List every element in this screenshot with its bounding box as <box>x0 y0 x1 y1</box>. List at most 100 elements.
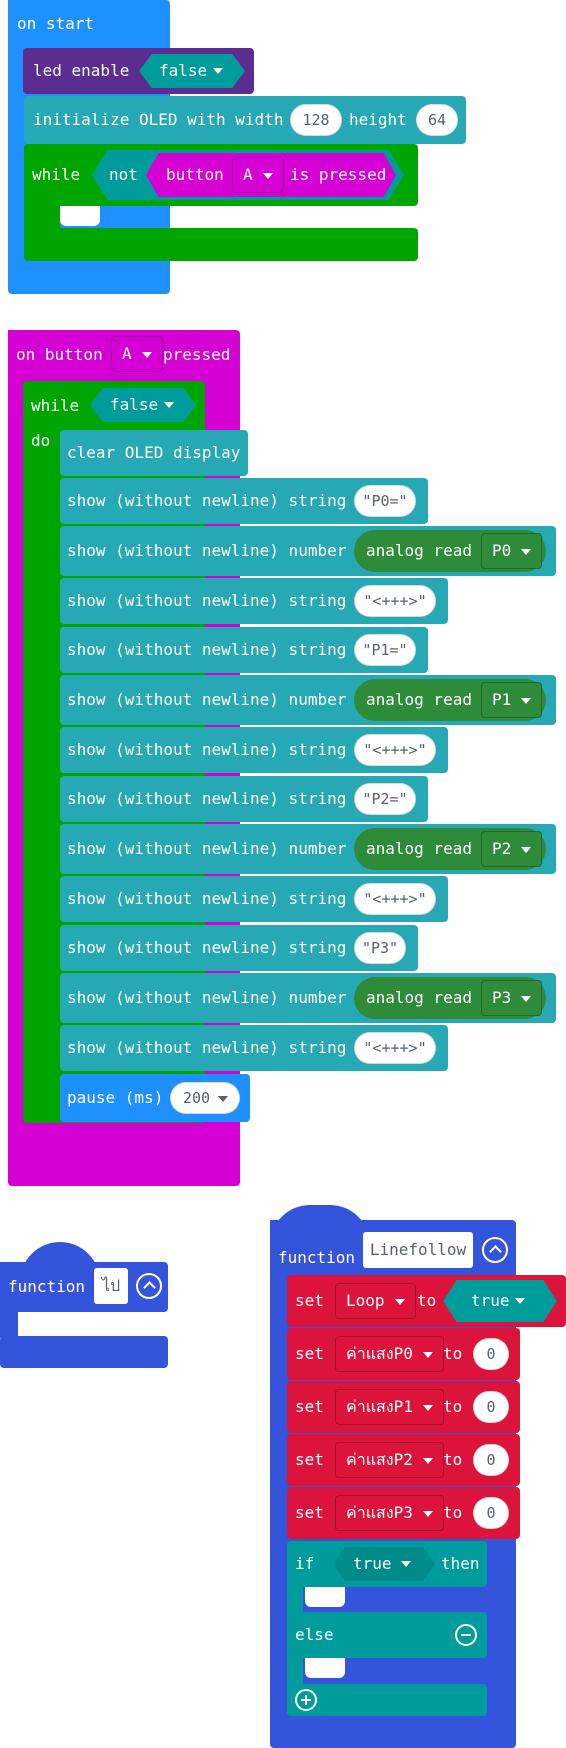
else-notch <box>305 1658 345 1678</box>
string-input[interactable]: "P0=" <box>354 485 416 517</box>
show-string-block[interactable]: show (without newline) string "<+++>" <box>60 1025 448 1071</box>
string-input[interactable]: "<+++>" <box>354 734 436 766</box>
pause-value-dropdown[interactable]: 200 <box>170 1082 240 1114</box>
pause-block[interactable]: pause (ms) 200 <box>60 1074 250 1122</box>
while-footer <box>24 228 418 261</box>
analog-read-block[interactable]: analog read P3 <box>354 977 546 1019</box>
chevron-down-icon <box>394 1298 405 1305</box>
string-input[interactable]: "P1=" <box>354 634 416 666</box>
analog-read-block[interactable]: analog read P2 <box>354 828 546 870</box>
show-number-block[interactable]: show (without newline) number analog rea… <box>60 973 556 1023</box>
add-else-if-icon[interactable] <box>295 1689 317 1711</box>
show-string-block[interactable]: show (without newline) string "P2=" <box>60 776 428 822</box>
show-string-block[interactable]: show (without newline) string "<+++>" <box>60 727 448 773</box>
if-else-block[interactable]: if true then <box>287 1541 487 1587</box>
function-name-field[interactable]: Linefollow <box>363 1232 473 1268</box>
pin-dropdown[interactable]: P1 <box>481 682 543 718</box>
true-value-dropdown[interactable]: true <box>443 1280 557 1322</box>
variable-name: ค่าแสงP2 <box>346 1450 413 1469</box>
chevron-down-icon <box>141 351 152 358</box>
chevron-down-icon <box>262 172 273 179</box>
collapse-up-icon[interactable] <box>136 1273 162 1299</box>
function-keyword: function <box>278 1248 356 1267</box>
string-input[interactable]: "P3" <box>354 932 406 964</box>
pin-dropdown[interactable]: P0 <box>481 533 543 569</box>
while-false-dropdown[interactable]: false <box>90 388 196 422</box>
number-input[interactable]: 0 <box>473 1338 509 1370</box>
function-small-name-field[interactable]: ไป <box>94 1268 128 1304</box>
show-string-block[interactable]: show (without newline) string "P3" <box>60 925 418 971</box>
if-label: if <box>295 1554 315 1573</box>
show-string-block[interactable]: show (without newline) string "<+++>" <box>60 578 448 624</box>
function-small-arm <box>0 1308 18 1338</box>
while-not-block[interactable]: while not button A is pressed do <box>24 144 418 227</box>
show-number-label: show (without newline) number <box>67 839 347 858</box>
variable-dropdown[interactable]: ค่าแสงP3 <box>335 1495 444 1531</box>
clear-oled-block[interactable]: clear OLED display <box>60 430 248 476</box>
set-loop-block[interactable]: set Loop to true <box>287 1275 566 1327</box>
if-arm <box>287 1585 303 1615</box>
string-input[interactable]: "<+++>" <box>354 883 436 915</box>
not-block[interactable]: not button A is pressed <box>92 150 404 200</box>
function-small-footer <box>0 1336 168 1368</box>
set-variable-block[interactable]: set ค่าแสงP1 to 0 <box>287 1381 520 1433</box>
variable-dropdown[interactable]: Loop <box>335 1283 416 1319</box>
set-variable-block[interactable]: set ค่าแสงP0 to 0 <box>287 1328 520 1380</box>
analog-read-label: analog read <box>366 988 472 1007</box>
set-variable-block[interactable]: set ค่าแสงP2 to 0 <box>287 1434 520 1486</box>
number-input[interactable]: 0 <box>473 1391 509 1423</box>
pin-value: P0 <box>492 541 512 560</box>
show-number-block[interactable]: show (without newline) number analog rea… <box>60 675 556 725</box>
show-number-block[interactable]: show (without newline) number analog rea… <box>60 526 556 576</box>
number-input[interactable]: 0 <box>473 1497 509 1529</box>
chevron-down-icon <box>521 697 532 704</box>
collapse-up-icon[interactable] <box>482 1237 508 1263</box>
pin-value: P1 <box>492 690 512 709</box>
chevron-down-icon <box>521 846 532 853</box>
led-value-dropdown[interactable]: false <box>139 54 245 88</box>
chevron-down-icon <box>521 548 532 555</box>
on-button-dropdown[interactable]: A <box>111 336 163 372</box>
show-string-block[interactable]: show (without newline) string "P1=" <box>60 627 428 673</box>
pin-dropdown[interactable]: P2 <box>481 831 543 867</box>
if-footer <box>287 1684 487 1716</box>
show-number-label: show (without newline) number <box>67 541 347 560</box>
on-button-value: A <box>122 344 132 363</box>
pin-dropdown[interactable]: P3 <box>481 980 543 1016</box>
oled-width-input[interactable]: 128 <box>290 104 342 136</box>
show-number-label: show (without newline) number <box>67 690 347 709</box>
analog-read-block[interactable]: analog read P0 <box>354 530 546 572</box>
string-input[interactable]: "<+++>" <box>354 585 436 617</box>
if-condition-value: true <box>353 1554 392 1573</box>
oled-height-input[interactable]: 64 <box>416 104 458 136</box>
if-condition-dropdown[interactable]: true <box>333 1547 435 1581</box>
button-a-value: A <box>243 165 253 184</box>
variable-dropdown[interactable]: ค่าแสงP1 <box>335 1389 444 1425</box>
led-enable-block[interactable]: led enable false <box>23 48 254 94</box>
true-value-label: true <box>471 1291 510 1310</box>
oled-height-label: height <box>349 110 407 129</box>
show-string-block[interactable]: show (without newline) string "<+++>" <box>60 876 448 922</box>
set-variable-block[interactable]: set ค่าแสงP3 to 0 <box>287 1487 520 1539</box>
oled-init-block[interactable]: initialize OLED with width 128 height 64 <box>24 96 466 144</box>
number-input[interactable]: 0 <box>473 1444 509 1476</box>
show-string-label: show (without newline) string <box>67 591 347 610</box>
variable-dropdown[interactable]: ค่าแสงP2 <box>335 1442 444 1478</box>
variable-dropdown[interactable]: ค่าแสงP0 <box>335 1336 444 1372</box>
function-small-keyword: function <box>8 1277 86 1296</box>
remove-else-icon[interactable] <box>455 1624 477 1646</box>
string-input[interactable]: "<+++>" <box>354 1032 436 1064</box>
chevron-down-icon <box>422 1510 433 1517</box>
set-label: set <box>295 1397 324 1416</box>
function-small-block[interactable]: function ไป <box>0 1262 168 1312</box>
button-pressed-block[interactable]: button A is pressed <box>146 153 396 197</box>
analog-read-block[interactable]: analog read P1 <box>354 679 546 721</box>
to-label: to <box>443 1450 463 1469</box>
button-a-dropdown[interactable]: A <box>232 157 284 193</box>
analog-read-label: analog read <box>366 839 472 858</box>
show-string-label: show (without newline) string <box>67 740 347 759</box>
show-number-block[interactable]: show (without newline) number analog rea… <box>60 824 556 874</box>
string-input[interactable]: "P2=" <box>354 783 416 815</box>
variable-name: ค่าแสงP1 <box>346 1397 413 1416</box>
show-string-block[interactable]: show (without newline) string "P0=" <box>60 478 428 524</box>
